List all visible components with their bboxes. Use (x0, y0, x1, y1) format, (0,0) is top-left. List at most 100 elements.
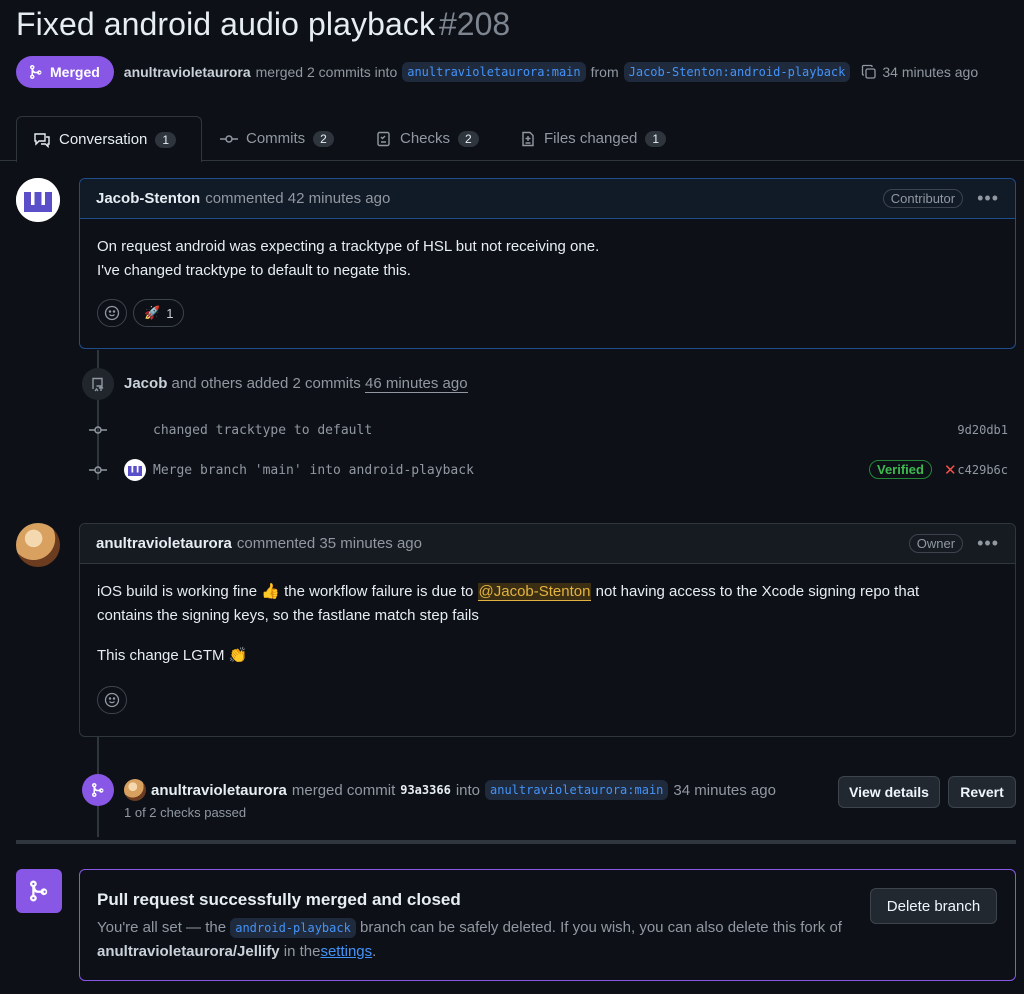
git-commit-icon (84, 464, 112, 476)
reactions-bar: 🚀 1 (80, 283, 1015, 345)
timeline-end-divider (16, 840, 1016, 844)
comment-anultravioletaurora: anultravioletaurora commented 35 minutes… (79, 523, 1016, 737)
comment-author[interactable]: anultravioletaurora (96, 535, 232, 552)
tab-files-count: 1 (645, 130, 667, 147)
desc-text: of (829, 919, 842, 936)
settings-link[interactable]: settings (320, 943, 372, 960)
tab-commits-label: Commits (246, 130, 306, 147)
comment-line: On request android was expecting a track… (97, 238, 600, 255)
rocket-reaction-button[interactable]: 🚀 1 (133, 299, 185, 327)
reaction-count: 1 (166, 305, 174, 321)
commit-icon (220, 134, 238, 143)
merge-author-avatar[interactable] (124, 779, 146, 801)
commits-event-desc: and others added 2 commits (171, 375, 361, 392)
tab-conversation-count: 1 (155, 131, 177, 148)
head-branch[interactable]: Jacob-Stenton:android-playback (623, 62, 851, 82)
commit-message[interactable]: Merge branch 'main' into android-playbac… (153, 463, 474, 478)
commit-avatar[interactable] (124, 459, 146, 481)
tab-commits[interactable]: Commits 2 (220, 116, 334, 161)
merged-state-label: Merged (50, 64, 100, 80)
copy-icon[interactable] (861, 64, 877, 80)
fork-repo-name: anultravioletaurora/Jellify (97, 943, 280, 960)
comment-text: This change LGTM 👏 (97, 647, 248, 664)
merge-icon (29, 65, 42, 80)
commit-row: Merge branch 'main' into android-playbac… (84, 459, 1016, 481)
tab-conversation[interactable]: Conversation 1 (16, 116, 202, 162)
comment-jacob: Jacob-Stenton commented 42 minutes ago C… (79, 178, 1016, 349)
add-reaction-button[interactable] (97, 299, 127, 327)
pr-meta: Merged anultravioletaurora merged 2 comm… (16, 56, 978, 88)
pr-title-row: Fixed android audio playback #208 (16, 6, 510, 43)
merged-status-icon (16, 869, 62, 913)
merge-author[interactable]: anultravioletaurora (151, 782, 287, 799)
git-commit-icon (84, 424, 112, 436)
check-failed-icon[interactable]: ✕ (944, 461, 957, 479)
comment-body: On request android was expecting a track… (80, 219, 1015, 283)
comment-text: iOS build is working fine 👍 the workflow… (97, 583, 474, 600)
avatar-anultravioletaurora[interactable] (16, 523, 60, 567)
pr-author-link[interactable]: anultravioletaurora (124, 64, 251, 80)
tab-commits-count: 2 (313, 130, 334, 147)
commits-event-text: Jacob and others added 2 commits 46 minu… (124, 375, 468, 393)
merged-state-badge: Merged (16, 56, 114, 88)
merged-status-box: Pull request successfully merged and clo… (79, 869, 1016, 981)
comment-header: Jacob-Stenton commented 42 minutes ago C… (80, 179, 1015, 219)
repo-push-icon (82, 368, 114, 400)
tab-checks[interactable]: Checks 2 (376, 116, 479, 161)
user-mention[interactable]: @Jacob-Stenton (477, 583, 592, 601)
comment-text: contains the signing keys, so the fastla… (97, 607, 479, 624)
comment-text: not having access to the Xcode signing r… (595, 583, 920, 600)
add-reaction-button[interactable] (97, 686, 127, 714)
commit-message[interactable]: changed tracktype to default (153, 423, 372, 438)
commit-sha[interactable]: 9d20db1 (957, 423, 1008, 437)
pr-title: Fixed android audio playback (16, 6, 436, 42)
commit-row: changed tracktype to default 9d20db1 (84, 420, 1016, 440)
checks-status[interactable]: 1 of 2 checks passed (124, 805, 246, 820)
pr-time: 34 minutes ago (882, 64, 979, 80)
tab-checks-label: Checks (400, 130, 451, 147)
commits-event-time[interactable]: 46 minutes ago (364, 375, 468, 393)
desc-text: branch can be safely deleted. If you wis… (360, 919, 826, 936)
merge-into-text: into (455, 781, 480, 799)
commit-sha[interactable]: c429b6c (957, 463, 1008, 477)
pr-action-text: merged 2 commits into (255, 64, 398, 80)
merge-event-text: anultravioletaurora merged commit 93a336… (124, 779, 776, 801)
owner-badge: Owner (908, 534, 964, 553)
merge-target-branch[interactable]: anultravioletaurora:main (485, 780, 669, 800)
checklist-icon (377, 131, 390, 146)
smiley-icon (104, 692, 120, 708)
tab-checks-count: 2 (458, 130, 479, 147)
verified-badge[interactable]: Verified (869, 460, 932, 479)
comment-meta: commented 42 minutes ago (205, 190, 391, 207)
deletable-branch[interactable]: android-playback (230, 918, 356, 938)
tab-files-label: Files changed (544, 130, 638, 147)
merge-time: 34 minutes ago (673, 781, 776, 799)
rocket-icon: 🚀 (144, 305, 161, 320)
base-branch[interactable]: anultravioletaurora:main (402, 62, 586, 82)
comment-author[interactable]: Jacob-Stenton (96, 190, 200, 207)
avatar-jacob[interactable] (16, 178, 60, 222)
merged-status-title: Pull request successfully merged and clo… (97, 890, 461, 909)
merge-commit-sha[interactable]: 93a3366 (400, 783, 451, 797)
view-details-button[interactable]: View details (838, 776, 940, 808)
contributor-badge: Contributor (882, 189, 964, 208)
kebab-menu-icon[interactable]: ••• (977, 188, 999, 209)
comment-meta: commented 35 minutes ago (236, 535, 422, 552)
file-diff-icon (522, 131, 534, 146)
comment-header: anultravioletaurora commented 35 minutes… (80, 524, 1015, 564)
commits-event-author[interactable]: Jacob (124, 375, 167, 392)
merge-event-desc: merged commit (291, 781, 396, 799)
merged-status-description: You're all set — the android-playback br… (97, 916, 857, 964)
reactions-bar (80, 668, 1015, 732)
comment-body: iOS build is working fine 👍 the workflow… (80, 564, 1015, 668)
smiley-icon (104, 305, 120, 321)
delete-branch-button[interactable]: Delete branch (870, 888, 997, 924)
revert-button[interactable]: Revert (948, 776, 1016, 808)
comment-line: I've changed tracktype to default to neg… (97, 262, 411, 279)
comment-icon (34, 132, 50, 148)
desc-text: in the (283, 943, 321, 960)
kebab-menu-icon[interactable]: ••• (977, 533, 999, 554)
pr-tabs: Conversation 1 Commits 2 Checks 2 Files … (0, 116, 1024, 162)
desc-text: You're all set — the (97, 919, 227, 936)
tab-files-changed[interactable]: Files changed 1 (520, 116, 667, 161)
